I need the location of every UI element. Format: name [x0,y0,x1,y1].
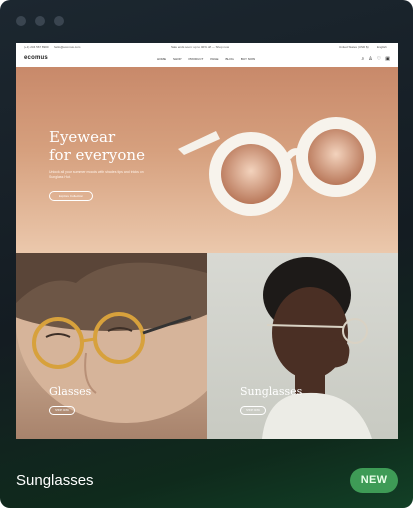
round-glasses-image [178,117,376,216]
website-preview[interactable]: (+1) 234 567 8900 hello@ecomus.com Sale … [16,43,398,439]
topbar-email: hello@ecomus.com [54,45,81,49]
template-title[interactable]: Sunglasses [16,472,94,489]
glasses-shop-now-button[interactable]: SHOP NOW [49,406,75,415]
topbar-phone: (+1) 234 567 8900 [24,45,49,49]
nav-icons: ⌕ ♙ ♡ ▣ [361,56,390,62]
menu-item-product[interactable]: PRODUCT [189,57,204,61]
site-logo[interactable]: ecomus [24,55,48,61]
explore-collection-button[interactable]: Explore Collection [49,191,93,201]
menu-item-shop[interactable]: SHOP [173,57,182,61]
hero-banner: Eyewear for everyone Unlock all your sum… [16,67,398,253]
topbar-language[interactable]: English [377,45,387,49]
site-menu: HOME SHOP PRODUCT PAGE BLOG BUY NOW [157,57,255,61]
site-topbar: (+1) 234 567 8900 hello@ecomus.com Sale … [16,43,398,50]
window-controls [16,16,64,26]
category-tiles: Glasses SHOP NOW Sunglasses SHOP NOW [16,253,398,439]
glasses-tile[interactable]: Glasses SHOP NOW [16,253,207,439]
new-badge: NEW [350,468,398,493]
menu-item-blog[interactable]: BLOG [225,57,233,61]
site-navbar: ecomus HOME SHOP PRODUCT PAGE BLOG BUY N… [16,51,398,68]
hero-title-line2: for everyone [49,146,145,164]
user-icon[interactable]: ♙ [368,56,372,62]
glasses-tile-title: Glasses [49,385,92,398]
heart-icon[interactable]: ♡ [377,56,381,62]
sunglasses-shop-now-button[interactable]: SHOP NOW [240,406,266,415]
menu-item-home[interactable]: HOME [157,57,166,61]
maximize-dot[interactable] [54,16,64,26]
hero-title-line1: Eyewear [49,128,116,146]
close-dot[interactable] [16,16,26,26]
sunglasses-tile-title: Sunglasses [240,385,303,398]
search-icon[interactable]: ⌕ [361,56,364,62]
hero-title: Eyewear for everyone [49,128,159,164]
hero-subtitle: Unlock all your summer moods with shades… [49,170,144,179]
menu-item-page[interactable]: PAGE [210,57,218,61]
man-with-glasses-image [16,253,207,423]
topbar-currency[interactable]: United States (USD $) [339,45,369,49]
menu-item-buy-now[interactable]: BUY NOW [241,57,255,61]
woman-with-sunglasses-image [262,257,372,439]
bag-icon[interactable]: ▣ [385,56,390,62]
sunglasses-tile[interactable]: Sunglasses SHOP NOW [207,253,398,439]
topbar-promo[interactable]: Sale ends soon: up to 40% off — Shop now [171,45,229,49]
template-card[interactable]: (+1) 234 567 8900 hello@ecomus.com Sale … [0,0,413,508]
minimize-dot[interactable] [35,16,45,26]
